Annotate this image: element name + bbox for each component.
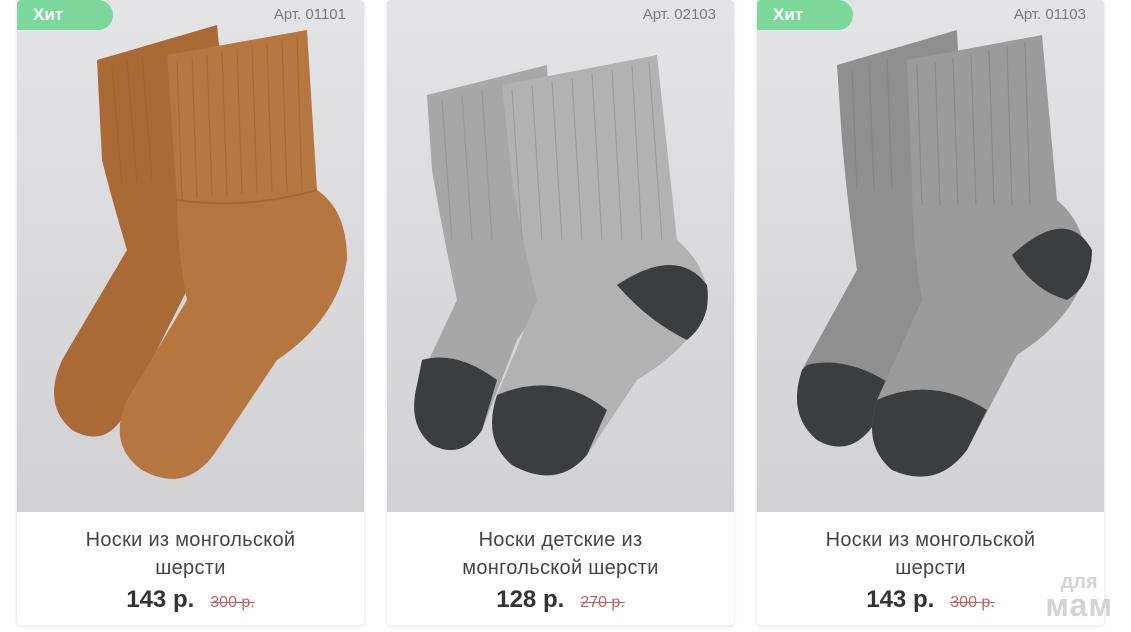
- product-card[interactable]: Хит Арт. 01103 Носки из монгольской шерс…: [757, 0, 1104, 625]
- product-image-grey-kids-socks[interactable]: Арт. 02103: [387, 0, 734, 512]
- old-price: 270 р.: [580, 594, 625, 611]
- article-number: Арт. 01103: [1013, 6, 1086, 23]
- current-price: 143 р.: [866, 586, 935, 613]
- product-title[interactable]: Носки детские из монгольской шерсти: [421, 526, 701, 582]
- sock-illustration: [54, 25, 348, 479]
- sock-illustration: [797, 30, 1092, 477]
- product-grid: Хит Арт. 01101 Носки из монгольской шерс…: [17, 0, 1104, 625]
- old-price: 300 р.: [950, 594, 995, 611]
- old-price: 300 р.: [210, 594, 255, 611]
- product-card[interactable]: Арт. 02103 Носки детские из монгольской …: [387, 0, 734, 625]
- site-watermark: для мам: [1045, 572, 1113, 624]
- product-title[interactable]: Носки из монгольской шерсти: [51, 526, 331, 582]
- sock-illustration: [414, 55, 708, 476]
- hit-badge: Хит: [17, 0, 113, 30]
- product-info: Носки детские из монгольской шерсти 128 …: [387, 512, 734, 614]
- price-block: 143 р. 300 р.: [17, 586, 364, 614]
- product-image-brown-socks[interactable]: Хит Арт. 01101: [17, 0, 364, 512]
- product-card[interactable]: Хит Арт. 01101 Носки из монгольской шерс…: [17, 0, 364, 625]
- hit-badge: Хит: [757, 0, 853, 30]
- product-title[interactable]: Носки из монгольской шерсти: [791, 526, 1071, 582]
- current-price: 128 р.: [496, 586, 565, 613]
- product-image-grey-socks[interactable]: Хит Арт. 01103: [757, 0, 1104, 512]
- product-info: Носки из монгольской шерсти 143 р. 300 р…: [17, 512, 364, 614]
- article-number: Арт. 02103: [642, 6, 716, 23]
- current-price: 143 р.: [126, 586, 195, 613]
- watermark-line2: мам: [1045, 587, 1113, 624]
- article-number: Арт. 01101: [273, 6, 346, 23]
- price-block: 128 р. 270 р.: [387, 586, 734, 614]
